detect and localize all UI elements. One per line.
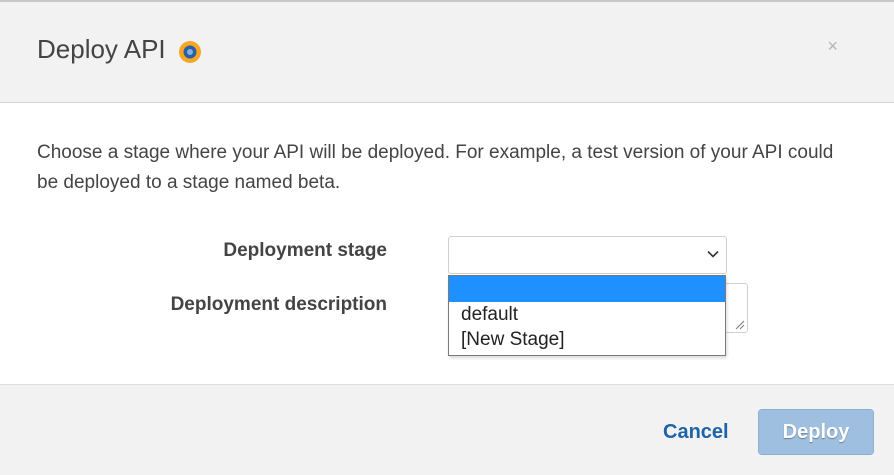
- dialog-title: Deploy API: [37, 34, 166, 64]
- cancel-button[interactable]: Cancel: [663, 421, 729, 444]
- deployment-description-label: Deployment description: [170, 294, 387, 315]
- dialog-header: Deploy API ×: [0, 2, 894, 103]
- dropdown-option-default[interactable]: default: [449, 302, 725, 327]
- info-icon[interactable]: [178, 40, 202, 64]
- dialog-footer: Cancel Deploy: [0, 384, 894, 475]
- close-icon[interactable]: ×: [827, 36, 838, 56]
- deployment-stage-select[interactable]: [448, 236, 727, 274]
- dialog-body: Choose a stage where your API will be de…: [0, 103, 894, 384]
- deployment-stage-dropdown: default [New Stage]: [448, 275, 726, 356]
- deployment-stage-label: Deployment stage: [223, 240, 387, 261]
- dialog-description: Choose a stage where your API will be de…: [37, 142, 834, 193]
- dropdown-option-new-stage[interactable]: [New Stage]: [449, 327, 725, 352]
- dropdown-option-empty[interactable]: [449, 276, 725, 302]
- chevron-down-icon: [707, 250, 719, 258]
- resize-handle-icon[interactable]: [735, 320, 745, 330]
- deploy-button[interactable]: Deploy: [758, 409, 874, 455]
